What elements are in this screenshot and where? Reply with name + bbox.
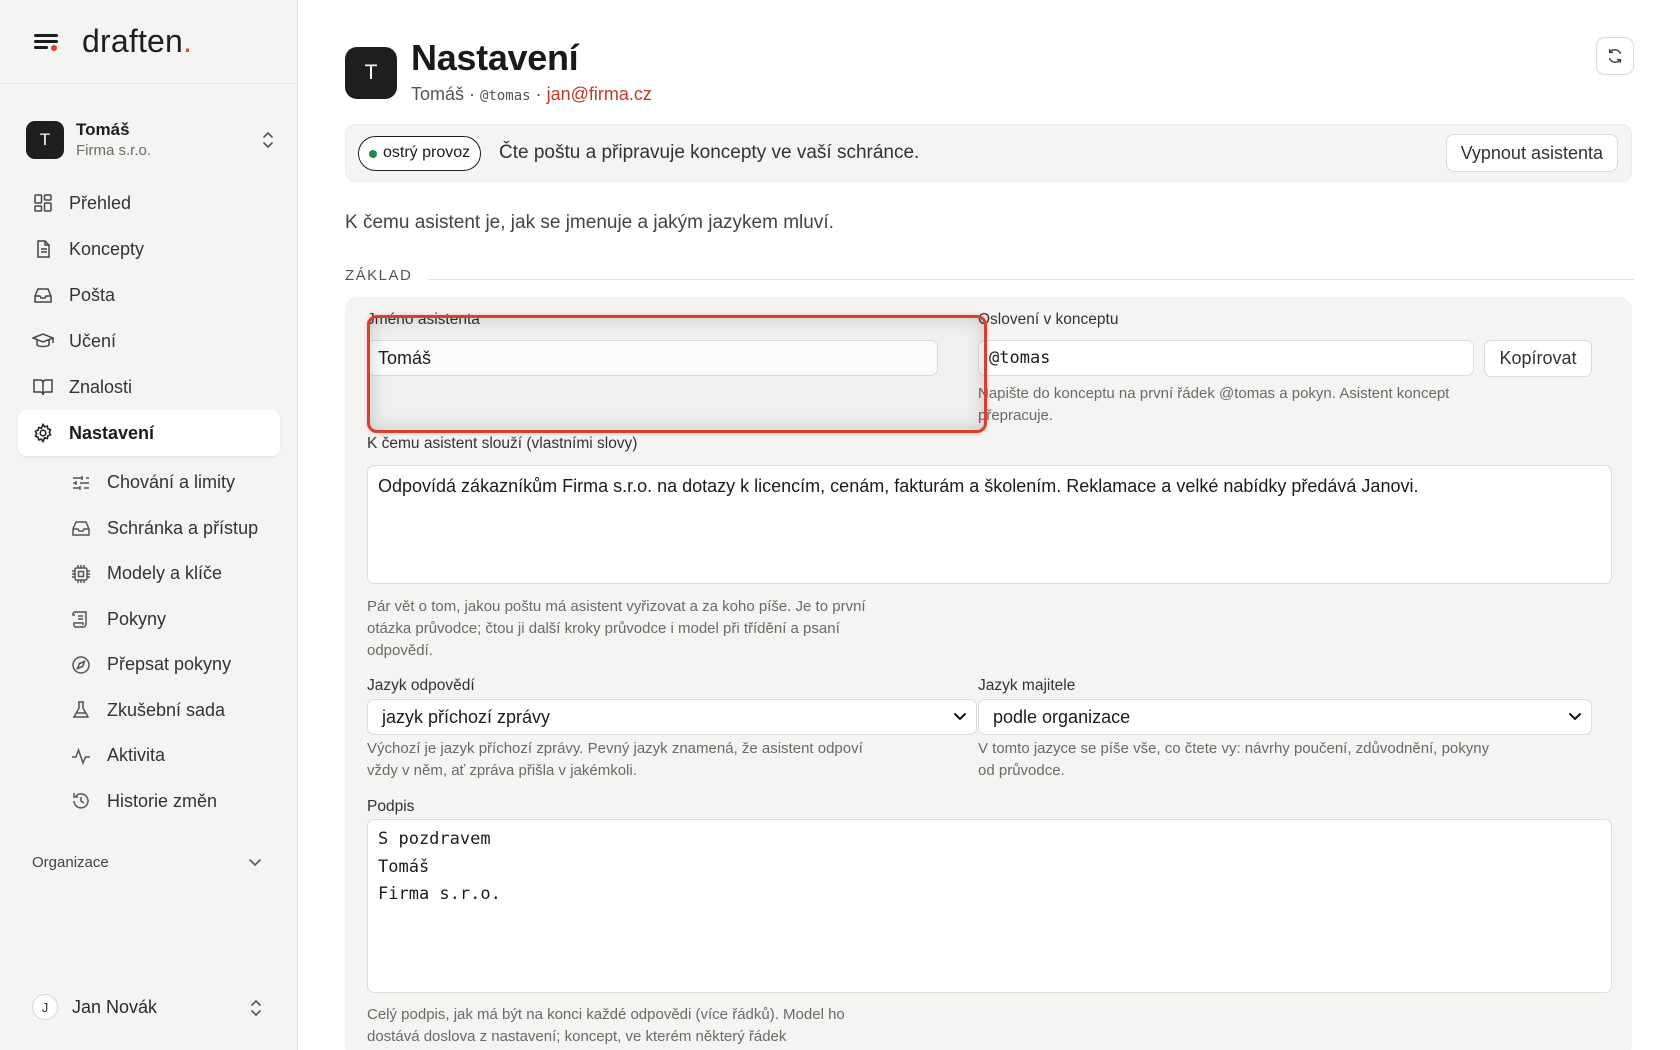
workspace-switcher[interactable]: T Tomáš Firma s.r.o. — [26, 114, 276, 166]
assistant-avatar: T — [345, 47, 397, 99]
purpose-textarea[interactable]: Odpovídá zákazníkům Firma s.r.o. na dota… — [367, 465, 1612, 584]
signature-label: Podpis — [367, 798, 415, 815]
organization-label: Organizace — [32, 853, 109, 871]
document-icon — [32, 238, 54, 260]
chevron-down-icon — [249, 859, 261, 867]
assistant-name-input[interactable]: Tomáš — [367, 340, 938, 376]
flask-icon — [70, 699, 92, 721]
nav-item-label: Pošta — [69, 284, 116, 305]
chevron-up-down-icon — [263, 132, 273, 148]
assistant-name-label: Jméno asistenta — [367, 311, 480, 328]
chevron-up-down-icon — [251, 1000, 261, 1016]
settings-card: Jméno asistenta Tomáš Oslovení v koncept… — [345, 297, 1632, 1050]
nav-item-label: Koncepty — [69, 238, 145, 259]
section-intro: K čemu asistent je, jak se jmenuje a jak… — [345, 212, 834, 233]
refresh-icon — [1608, 48, 1622, 64]
nav-item-uceni[interactable]: Učení — [18, 318, 280, 364]
owner-language-value: podle organizace — [993, 707, 1131, 727]
subnav-item-label: Historie změn — [107, 790, 218, 811]
nav-item-nastaveni[interactable]: Nastavení — [18, 410, 280, 456]
reply-language-value: jazyk příchozí zprávy — [382, 707, 551, 727]
workspace-avatar: T — [26, 121, 64, 159]
chip-icon — [70, 563, 92, 585]
copy-button[interactable]: Kopírovat — [1484, 340, 1592, 377]
sidebar: draften. T Tomáš Firma s.r.o. Přehled Ko… — [0, 0, 298, 1050]
inbox-icon — [70, 517, 92, 539]
user-avatar: J — [32, 994, 58, 1020]
owner-language-help: V tomto jazyce se píše vše, co čtete vy:… — [978, 740, 1490, 779]
page-subtitle: Tomáš · @tomas · jan@firma.cz — [411, 84, 652, 104]
nav-item-label: Přehled — [69, 192, 132, 213]
nav-item-koncepty[interactable]: Koncepty — [18, 226, 280, 272]
section-title: ZÁKLAD — [345, 267, 413, 284]
greeting-help: Napište do konceptu na první řádek @toma… — [978, 385, 1450, 424]
nav-item-label: Nastavení — [69, 422, 155, 443]
subnav-item-label: Chování a limity — [107, 472, 236, 493]
user-name: Jan Novák — [72, 996, 158, 1017]
nav-item-prehled[interactable]: Přehled — [18, 180, 280, 226]
status-text: Čte poštu a připravuje koncepty ve vaší … — [499, 142, 920, 163]
book-icon — [32, 376, 54, 398]
assistant-handle: @tomas — [480, 88, 531, 104]
reply-language-label: Jazyk odpovědí — [367, 677, 475, 694]
subnav-item-label: Pokyny — [107, 608, 167, 629]
user-menu[interactable]: J Jan Novák — [32, 990, 264, 1024]
subnav-item-pokyny[interactable]: Pokyny — [18, 597, 280, 643]
subnav-item-historie[interactable]: Historie změn — [18, 779, 280, 825]
scroll-icon — [70, 608, 92, 630]
inbox-icon — [32, 284, 54, 306]
signature-textarea[interactable]: S pozdravem Tomáš Firma s.r.o. — [367, 819, 1612, 993]
activity-icon — [70, 745, 92, 767]
logo[interactable]: draften. — [82, 23, 192, 60]
graduation-cap-icon — [32, 330, 54, 352]
workspace-name: Tomáš — [76, 120, 130, 139]
subnav-item-prepsat[interactable]: Přepsat pokyny — [18, 642, 280, 688]
owner-language-select[interactable]: podle organizace — [978, 699, 1592, 735]
status-badge[interactable]: ostrý provoz — [358, 136, 482, 171]
chevron-down-icon — [954, 713, 966, 721]
subnav-item-label: Zkušební sada — [107, 699, 226, 720]
purpose-label: K čemu asistent slouží (vlastními slovy) — [367, 435, 638, 452]
reply-language-help: Výchozí je jazyk příchozí zprávy. Pevný … — [367, 740, 863, 779]
nav-item-znalosti[interactable]: Znalosti — [18, 364, 280, 410]
assistant-name: Tomáš — [411, 84, 465, 104]
section-divider — [428, 279, 1634, 280]
disable-assistant-button[interactable]: Vypnout asistenta — [1445, 134, 1618, 172]
main-nav: Přehled Koncepty Pošta Učení Znalosti Na… — [18, 180, 280, 824]
subnav-item-label: Přepsat pokyny — [107, 654, 232, 675]
main-content: T Nastavení Tomáš · @tomas · jan@firma.c… — [298, 0, 1680, 1050]
reply-language-select[interactable]: jazyk příchozí zprávy — [367, 699, 977, 735]
gear-icon — [32, 422, 54, 444]
compass-icon — [70, 654, 92, 676]
nav-item-label: Znalosti — [69, 376, 133, 397]
greeting-label: Oslovení v konceptu — [978, 311, 1119, 328]
assistant-email[interactable]: jan@firma.cz — [547, 84, 652, 104]
history-icon — [70, 790, 92, 812]
dashboard-icon — [32, 192, 54, 214]
subnav-item-label: Modely a klíče — [107, 563, 223, 584]
purpose-help: Pár vět o tom, jakou poštu má asistent v… — [367, 598, 866, 659]
subnav-item-schranka[interactable]: Schránka a přístup — [18, 506, 280, 552]
signature-help: Celý podpis, jak má být na konci každé o… — [367, 1006, 845, 1045]
subnav-item-aktivita[interactable]: Aktivita — [18, 733, 280, 779]
nav-item-posta[interactable]: Pošta — [18, 272, 280, 318]
menu-icon[interactable] — [32, 27, 62, 57]
sliders-icon — [70, 472, 92, 494]
chevron-down-icon — [1569, 713, 1581, 721]
status-banner: ostrý provoz Čte poštu a připravuje konc… — [345, 124, 1632, 182]
greeting-input[interactable]: @tomas — [978, 340, 1474, 376]
workspace-org: Firma s.r.o. — [76, 142, 152, 159]
owner-language-label: Jazyk majitele — [978, 677, 1076, 694]
subnav-item-modely[interactable]: Modely a klíče — [18, 551, 280, 597]
subnav-item-zkusebni[interactable]: Zkušební sada — [18, 688, 280, 734]
nav-item-label: Učení — [69, 330, 117, 351]
organization-toggle[interactable]: Organizace — [32, 850, 262, 874]
refresh-button[interactable] — [1596, 37, 1634, 75]
brand-bar: draften. — [0, 0, 297, 84]
page-title: Nastavení — [411, 37, 579, 78]
subnav-item-label: Schránka a přístup — [107, 517, 259, 538]
subnav-item-label: Aktivita — [107, 745, 166, 766]
subnav-item-chovani[interactable]: Chování a limity — [18, 460, 280, 506]
